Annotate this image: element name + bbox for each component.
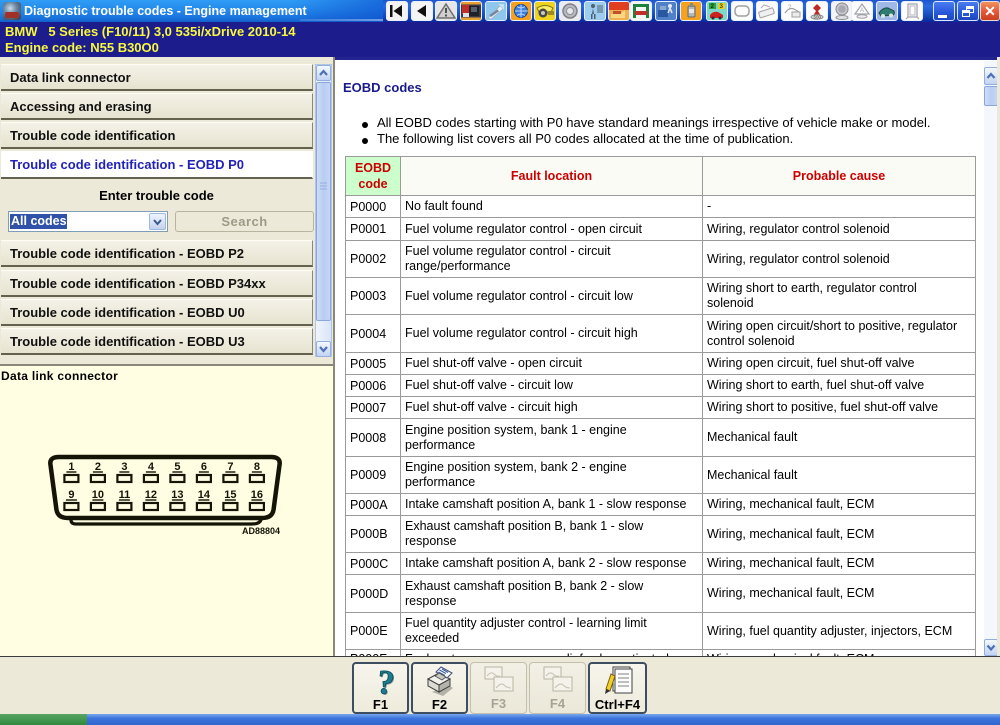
svg-text:2: 2 <box>95 461 101 473</box>
svg-text:3: 3 <box>121 461 127 473</box>
svg-text:10: 10 <box>92 489 104 501</box>
svg-text:16: 16 <box>251 489 263 501</box>
svg-text:8: 8 <box>254 461 260 473</box>
svg-text:5: 5 <box>174 461 180 473</box>
svg-text:14: 14 <box>198 489 211 501</box>
svg-text:6: 6 <box>201 461 207 473</box>
svg-text:15: 15 <box>224 489 236 501</box>
svg-text:7: 7 <box>227 461 233 473</box>
svg-text:A: A <box>860 8 864 14</box>
svg-text:4: 4 <box>148 461 155 473</box>
svg-text:13: 13 <box>171 489 183 501</box>
svg-text:500: 500 <box>814 15 822 20</box>
svg-text:?: ? <box>375 665 396 697</box>
svg-text:1: 1 <box>68 461 74 473</box>
svg-text:12: 12 <box>145 489 157 501</box>
svg-text:AD88804: AD88804 <box>242 526 280 536</box>
svg-text:9: 9 <box>68 489 74 501</box>
svg-text:11: 11 <box>119 489 131 501</box>
